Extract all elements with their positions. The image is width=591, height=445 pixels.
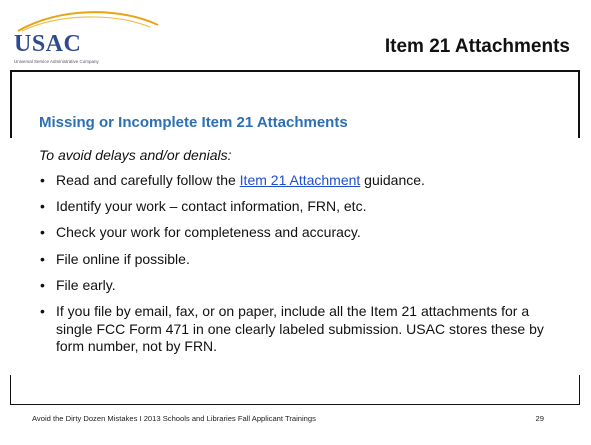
bullet-text: Identify your work – contact information… [56, 198, 367, 215]
usac-logo: USAC Universal Service Administrative Co… [10, 9, 160, 67]
slide: USAC Universal Service Administrative Co… [0, 0, 591, 445]
item21-attachment-link[interactable]: Item 21 Attachment [240, 172, 361, 188]
footer-right-border [579, 375, 580, 405]
bullet-icon: • [40, 224, 45, 241]
list-item: • Read and carefully follow the Item 21 … [39, 172, 569, 190]
bullet-text: File online if possible. [56, 250, 190, 267]
page-number: 29 [535, 414, 544, 423]
left-border [10, 70, 12, 138]
footer-text: Avoid the Dirty Dozen Mistakes I 2013 Sc… [32, 414, 316, 423]
list-item: • If you file by email, fax, or on paper… [39, 303, 569, 356]
logo-subtitle: Universal Service Administrative Company [14, 59, 99, 64]
right-border [578, 70, 580, 138]
bullet-text: File early. [56, 276, 116, 293]
list-item: • File online if possible. [39, 251, 569, 269]
section-heading: Missing or Incomplete Item 21 Attachment… [39, 114, 348, 131]
bullet-text: Read and carefully follow the [56, 172, 240, 188]
list-item: • Identify your work – contact informati… [39, 198, 569, 216]
footer-left-border [10, 375, 11, 405]
bullet-icon: • [40, 302, 45, 319]
slide-title: Item 21 Attachments [384, 36, 570, 57]
list-item: • File early. [39, 277, 569, 295]
logo-text: USAC [14, 31, 82, 57]
footer-divider [10, 404, 580, 405]
bullet-text: Check your work for completeness and acc… [56, 224, 361, 241]
bullet-list: • Read and carefully follow the Item 21 … [39, 172, 569, 364]
header-divider [10, 70, 580, 72]
lead-text: To avoid delays and/or denials: [39, 147, 232, 163]
bullet-text: guidance. [360, 172, 425, 188]
bullet-icon: • [40, 172, 45, 188]
list-item: • Check your work for completeness and a… [39, 224, 569, 242]
bullet-icon: • [40, 198, 45, 215]
bullet-icon: • [40, 250, 45, 267]
bullet-icon: • [40, 276, 45, 293]
bullet-text: If you file by email, fax, or on paper, … [56, 302, 544, 355]
